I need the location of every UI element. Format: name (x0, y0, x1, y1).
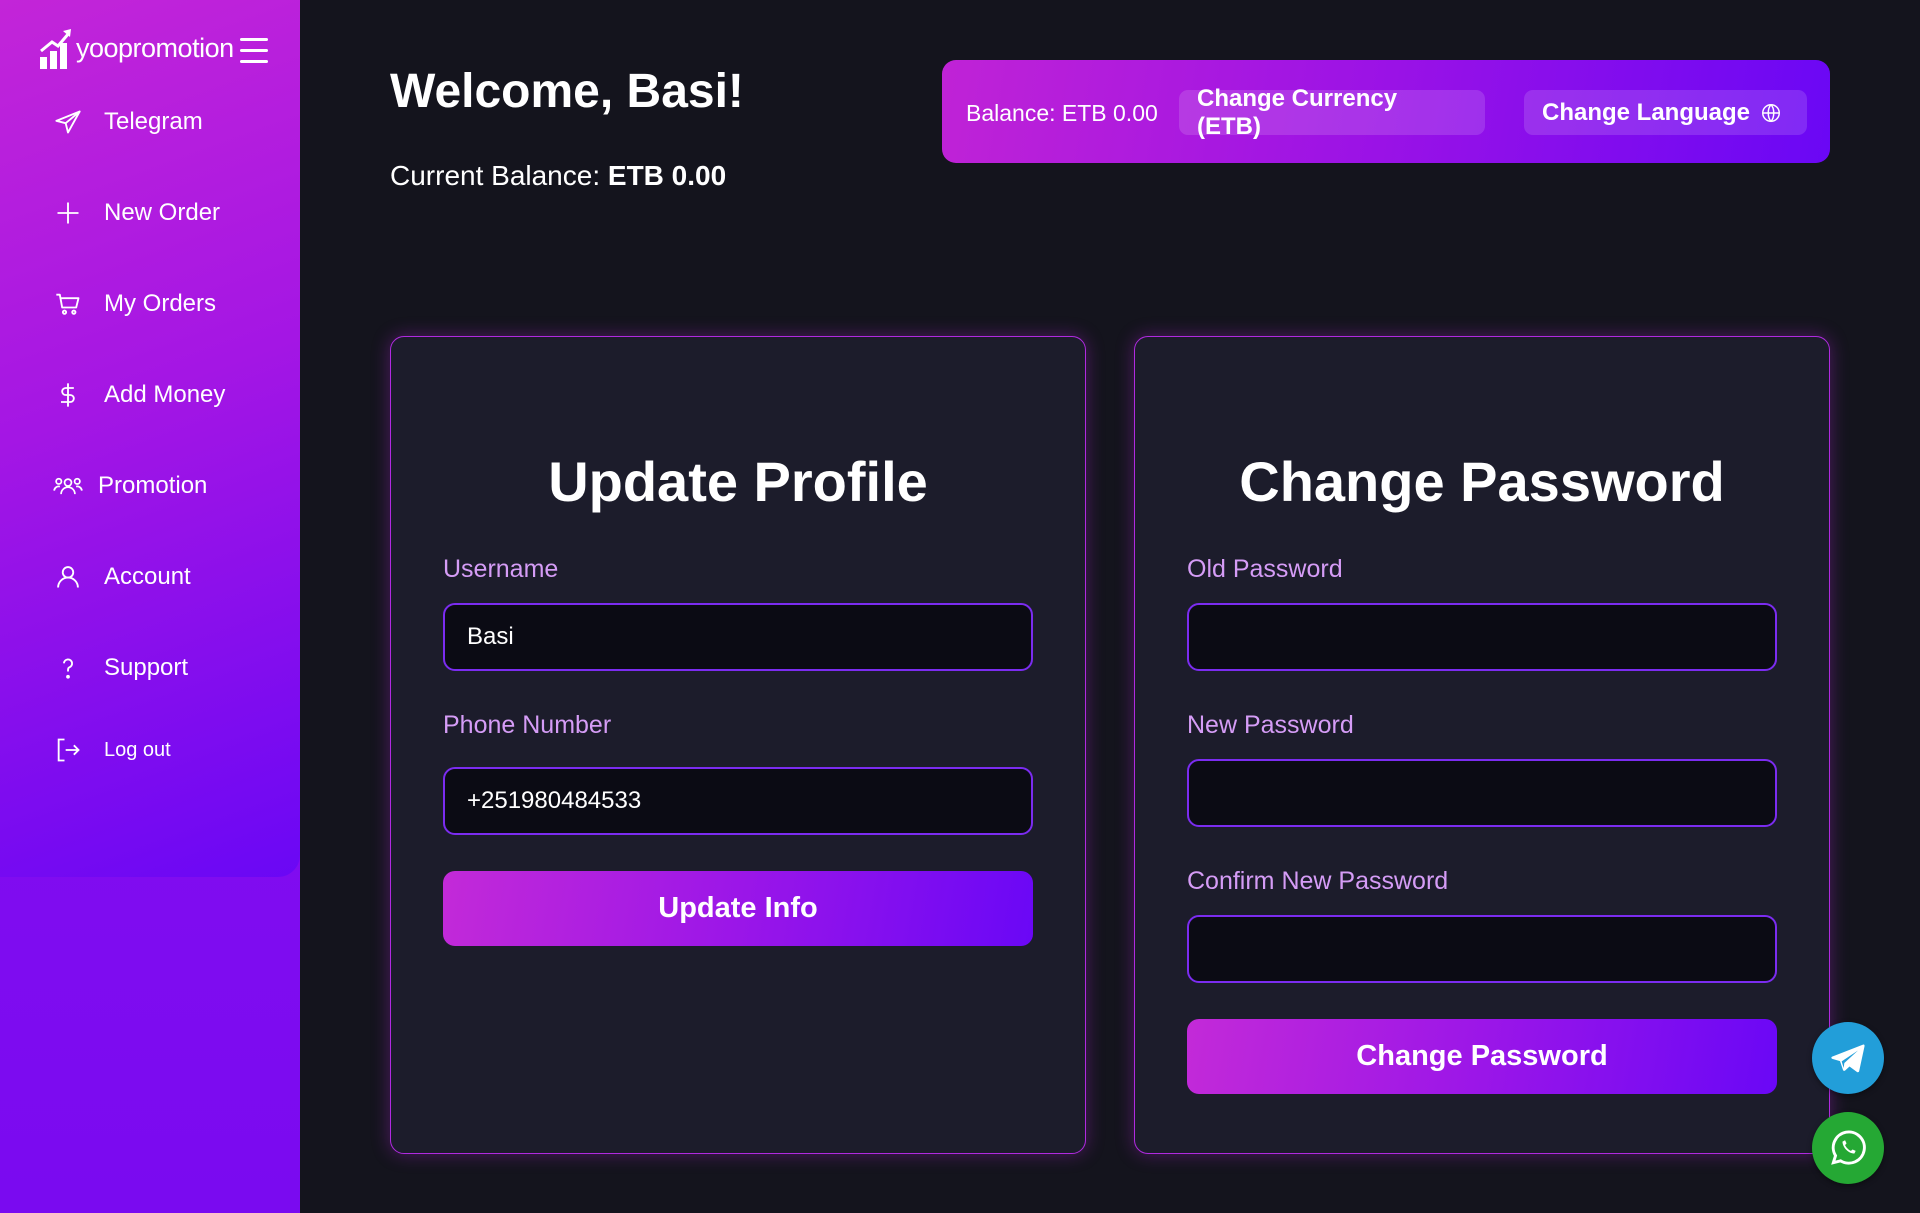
whatsapp-chat-button[interactable] (1812, 1112, 1884, 1184)
cart-icon (52, 288, 84, 320)
brand-logo[interactable]: yoopromotion (38, 24, 234, 72)
sidebar-item-label: Account (104, 563, 191, 590)
balance-toolbar: Balance: ETB 0.00 Change Currency (ETB) … (942, 60, 1830, 163)
phone-number-input[interactable] (443, 767, 1033, 835)
username-label: Username (443, 555, 559, 583)
globe-icon (1762, 103, 1781, 122)
old-password-input[interactable] (1187, 603, 1777, 671)
sidebar-item-label: Telegram (104, 108, 203, 135)
confirm-password-input[interactable] (1187, 915, 1777, 983)
update-profile-title: Update Profile (548, 450, 928, 513)
confirm-password-label: Confirm New Password (1187, 867, 1449, 895)
change-currency-button[interactable]: Change Currency (ETB) (1179, 85, 1485, 140)
sidebar-item-label: New Order (104, 199, 221, 226)
sidebar-item-label: My Orders (104, 290, 217, 317)
change-password-button[interactable]: Change Password (1187, 1019, 1777, 1094)
question-icon (52, 652, 84, 684)
plus-icon (52, 197, 84, 229)
sidebar-item-label: Log out (104, 738, 171, 761)
menu-toggle-icon[interactable] (240, 38, 268, 64)
update-profile-card: Update Profile Username Phone Number Upd… (390, 336, 1086, 1154)
sidebar-item-add-money[interactable]: Add Money (52, 373, 225, 417)
username-input[interactable] (443, 603, 1033, 671)
telegram-icon (1831, 1044, 1865, 1073)
dollar-icon (52, 379, 84, 411)
new-password-label: New Password (1187, 711, 1354, 739)
brand-name: yoopromotion (76, 32, 234, 63)
sidebar-item-support[interactable]: Support (52, 646, 188, 690)
sidebar-item-label: Add Money (104, 381, 226, 408)
change-language-label: Change Language (1542, 98, 1751, 126)
sidebar-item-label: Promotion (98, 472, 208, 499)
update-info-button[interactable]: Update Info (443, 871, 1033, 946)
growth-chart-icon (40, 29, 71, 69)
change-language-button[interactable]: Change Language (1524, 90, 1807, 135)
user-icon (52, 561, 84, 593)
sidebar-item-promotion[interactable]: Promotion (52, 464, 207, 508)
new-password-input[interactable] (1187, 759, 1777, 827)
change-currency-label: Change Currency (ETB) (1197, 84, 1398, 140)
change-password-card: Change Password Old Password New Passwor… (1134, 336, 1830, 1154)
sidebar-item-my-orders[interactable]: My Orders (52, 282, 216, 326)
sidebar-item-label: Support (104, 654, 189, 681)
sidebar-item-new-order[interactable]: New Order (52, 191, 220, 235)
current-balance-label: Current Balance: (390, 160, 601, 191)
whatsapp-icon (1831, 1130, 1866, 1165)
sidebar-item-telegram[interactable]: Telegram (52, 100, 203, 144)
sidebar-item-account[interactable]: Account (52, 555, 191, 599)
telegram-chat-button[interactable] (1812, 1022, 1884, 1094)
current-balance-value: ETB 0.00 (607, 160, 727, 191)
sidebar-item-log-out[interactable]: Log out (52, 728, 171, 772)
current-balance: Current Balance: ETB 0.00 (390, 160, 726, 192)
change-password-title: Change Password (1239, 450, 1725, 513)
old-password-label: Old Password (1187, 555, 1343, 583)
sidebar: yoopromotion Telegram New Order My Order… (0, 0, 300, 877)
toolbar-balance: Balance: ETB 0.00 (966, 100, 1158, 126)
send-icon (52, 106, 84, 138)
users-icon (52, 470, 84, 502)
phone-number-label: Phone Number (443, 711, 612, 739)
welcome-heading: Welcome, Basi! (390, 65, 744, 118)
logout-icon (52, 734, 84, 766)
